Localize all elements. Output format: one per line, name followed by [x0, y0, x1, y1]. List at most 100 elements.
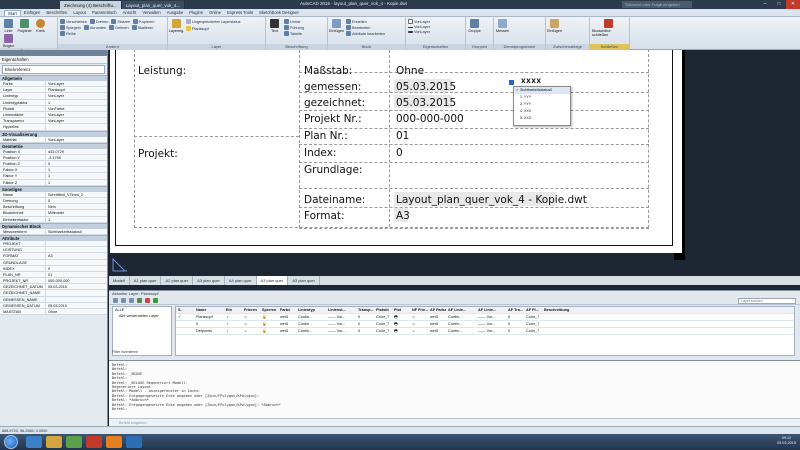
layer-cell[interactable]: [542, 321, 602, 327]
column-header[interactable]: Plot: [392, 307, 410, 313]
group-tool[interactable]: Gruppe: [468, 19, 481, 33]
tab-express-tools[interactable]: Express Tools: [224, 10, 256, 15]
layer-cell[interactable]: [176, 328, 194, 334]
close-block-editor-button[interactable]: Blockeditor schließen: [592, 19, 624, 37]
start-button[interactable]: [4, 435, 18, 449]
layer-row[interactable]: 0 ♀ ☼ 🔓 weiß Contin... —— Vor... 0 Color_7 🖶 ☼ weiß…: [176, 321, 794, 328]
visibility-state-item[interactable]: 1. YYY: [514, 94, 570, 101]
layout-tab[interactable]: A4 plan quer: [225, 276, 257, 285]
layer-cell[interactable]: 0: [194, 321, 224, 327]
media-icon[interactable]: [66, 436, 82, 448]
property-value[interactable]: VonLayer: [46, 81, 107, 86]
layer-cell[interactable]: 🔓: [260, 314, 278, 320]
command-input[interactable]: Befehl eingeben: [109, 418, 800, 426]
layer-state-dropdown[interactable]: Ungespeicherter Layerstatus: [186, 19, 241, 24]
linetype-dropdown[interactable]: VonLayer: [408, 25, 463, 29]
tab-start[interactable]: Start: [4, 9, 21, 16]
property-value[interactable]: Ohne: [46, 309, 107, 314]
property-value[interactable]: 1: [46, 167, 107, 172]
column-header[interactable]: Beschreibung: [542, 307, 602, 313]
column-header[interactable]: Ein: [224, 307, 242, 313]
layout-tab[interactable]: A3 plan quer: [193, 276, 225, 285]
array-tool[interactable]: Reihe: [60, 31, 76, 36]
layer-cell[interactable]: ☼: [410, 321, 428, 327]
tab-sketchbook[interactable]: Sketchbook Designer: [256, 10, 302, 15]
column-header[interactable]: Farbe: [278, 307, 296, 313]
property-value[interactable]: VonLayer: [46, 93, 107, 98]
property-value[interactable]: 443.0729: [46, 149, 107, 154]
word-icon[interactable]: [126, 436, 142, 448]
property-value[interactable]: VonLayer: [46, 112, 107, 117]
layer-cell[interactable]: Contin...: [446, 321, 476, 327]
doc-tab-zeichnung[interactable]: Zeichnung (4) Beschriftu...: [60, 1, 122, 9]
column-header[interactable]: AF Farbe: [428, 307, 446, 313]
layer-cell[interactable]: Color_7: [524, 328, 542, 334]
tab-verwalten[interactable]: Verwalten: [139, 10, 163, 15]
paste-tool[interactable]: Einfügen: [547, 19, 562, 33]
property-value[interactable]: [46, 241, 107, 246]
polyline-tool[interactable]: Polylinie: [17, 19, 32, 33]
explorer-icon[interactable]: [46, 436, 62, 448]
column-header[interactable]: AF Linie...: [476, 307, 506, 313]
selection-dropdown[interactable]: Blockreferenz: [2, 65, 105, 74]
column-header[interactable]: AF Tra...: [506, 307, 524, 313]
layer-cell[interactable]: ☼: [410, 328, 428, 334]
move-tool[interactable]: Verschieben: [60, 19, 87, 24]
layer-cell[interactable]: 0: [356, 314, 374, 320]
column-header[interactable]: S..: [176, 307, 194, 313]
projekt-nr-value[interactable]: 000-000-000: [396, 113, 464, 125]
layer-cell[interactable]: Color_7: [524, 314, 542, 320]
fillet-tool[interactable]: Abrunden: [83, 25, 106, 30]
layer-row[interactable]: ✓ Planksopf ♀ ☼ 🔓 weiß Contin... —— Vor... 0 Colo…: [176, 314, 794, 321]
layer-cell[interactable]: ☼: [242, 328, 260, 334]
tab-einfuegen[interactable]: Einfügen: [21, 10, 44, 15]
tab-ausgabe[interactable]: Ausgabe: [164, 10, 187, 15]
rotate-tool[interactable]: Drehen: [89, 19, 108, 24]
line-tool[interactable]: Linie: [2, 19, 15, 33]
property-value[interactable]: [46, 297, 107, 302]
arc-tool[interactable]: Bogen: [2, 34, 15, 48]
column-header[interactable]: Plotstil: [374, 307, 392, 313]
dateiname-value[interactable]: Layout_plan_quer_vok_4 - Kopie.dwt: [396, 194, 587, 206]
property-value[interactable]: Nein: [46, 204, 107, 209]
layer-cell[interactable]: ♀: [224, 314, 242, 320]
layer-cell[interactable]: 🔓: [260, 328, 278, 334]
property-value[interactable]: 01: [46, 272, 107, 277]
invert-filter-checkbox[interactable]: Filter invertieren: [112, 350, 172, 354]
layer-properties-tool[interactable]: Layereig.: [169, 19, 184, 33]
massstab-value[interactable]: Ohne: [396, 65, 424, 77]
help-search-input[interactable]: Stichwort oder Frage eingeben: [622, 1, 692, 8]
property-value[interactable]: [46, 290, 107, 295]
column-header[interactable]: Transp...: [356, 307, 374, 313]
edit-block-tool[interactable]: Bearbeiten: [346, 25, 385, 30]
layout-tab[interactable]: A3 plan quer: [288, 276, 320, 285]
layer-cell[interactable]: 🖶: [392, 321, 410, 327]
column-header[interactable]: Linientyp: [296, 307, 326, 313]
color-dropdown[interactable]: VonLayer: [408, 19, 463, 24]
property-value[interactable]: 1: [46, 173, 107, 178]
layer-state-icon[interactable]: [129, 298, 134, 303]
lookup-grip-icon[interactable]: [509, 80, 514, 85]
edit-attributes-tool[interactable]: Attribute bearbeiten: [346, 31, 385, 36]
layer-cell[interactable]: [542, 328, 602, 334]
layer-cell[interactable]: 0: [356, 321, 374, 327]
property-value[interactable]: Planksopf: [46, 87, 107, 92]
gemessen-value[interactable]: 05.03.2015: [396, 81, 456, 93]
visibility-state-item[interactable]: ✓ Sichtbarkeitsstatus0: [514, 87, 570, 94]
tab-plugins[interactable]: Plugins: [186, 10, 206, 15]
property-value[interactable]: 1: [46, 100, 107, 105]
column-header[interactable]: Frieren: [242, 307, 260, 313]
layer-cell[interactable]: weiß: [428, 321, 446, 327]
column-header[interactable]: Linienst...: [326, 307, 356, 313]
layer-cell[interactable]: weiß: [278, 321, 296, 327]
property-value[interactable]: VonFarbe: [46, 106, 107, 111]
property-value[interactable]: 05.03.2015: [46, 303, 107, 308]
paper-sheet[interactable]: Leistung: Projekt: Maßstab: Ohne gemesse…: [110, 50, 682, 253]
property-value[interactable]: 1: [46, 180, 107, 185]
close-button[interactable]: ✕: [786, 0, 800, 9]
layer-cell[interactable]: —— Vor...: [326, 321, 356, 327]
layer-cell[interactable]: [542, 314, 602, 320]
circle-tool[interactable]: Kreis: [34, 19, 47, 33]
linear-dim-tool[interactable]: Linear: [284, 19, 304, 24]
layer-cell[interactable]: 🖶: [392, 314, 410, 320]
